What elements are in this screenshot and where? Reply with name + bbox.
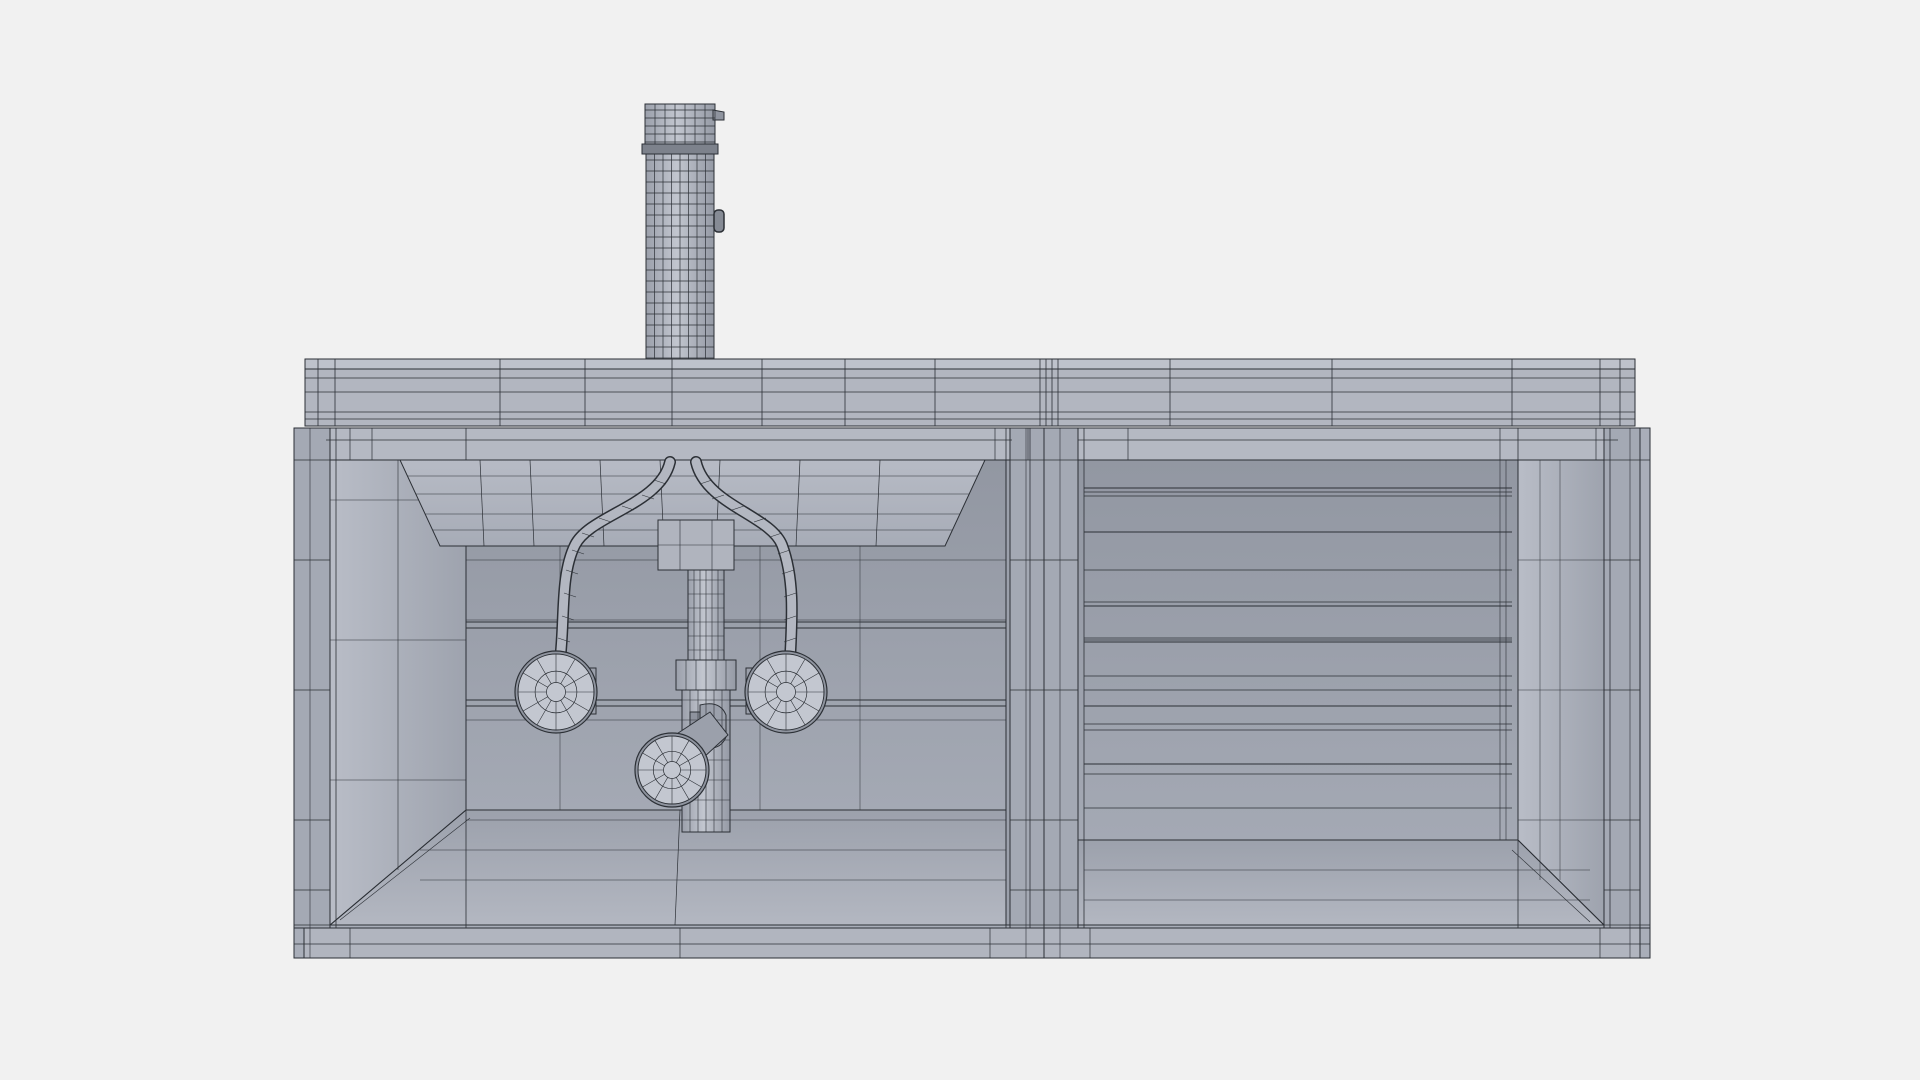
countertop — [304, 358, 1636, 427]
right-cabinet — [1043, 427, 1651, 959]
faucet — [641, 103, 725, 360]
wireframe-render — [293, 103, 1651, 959]
